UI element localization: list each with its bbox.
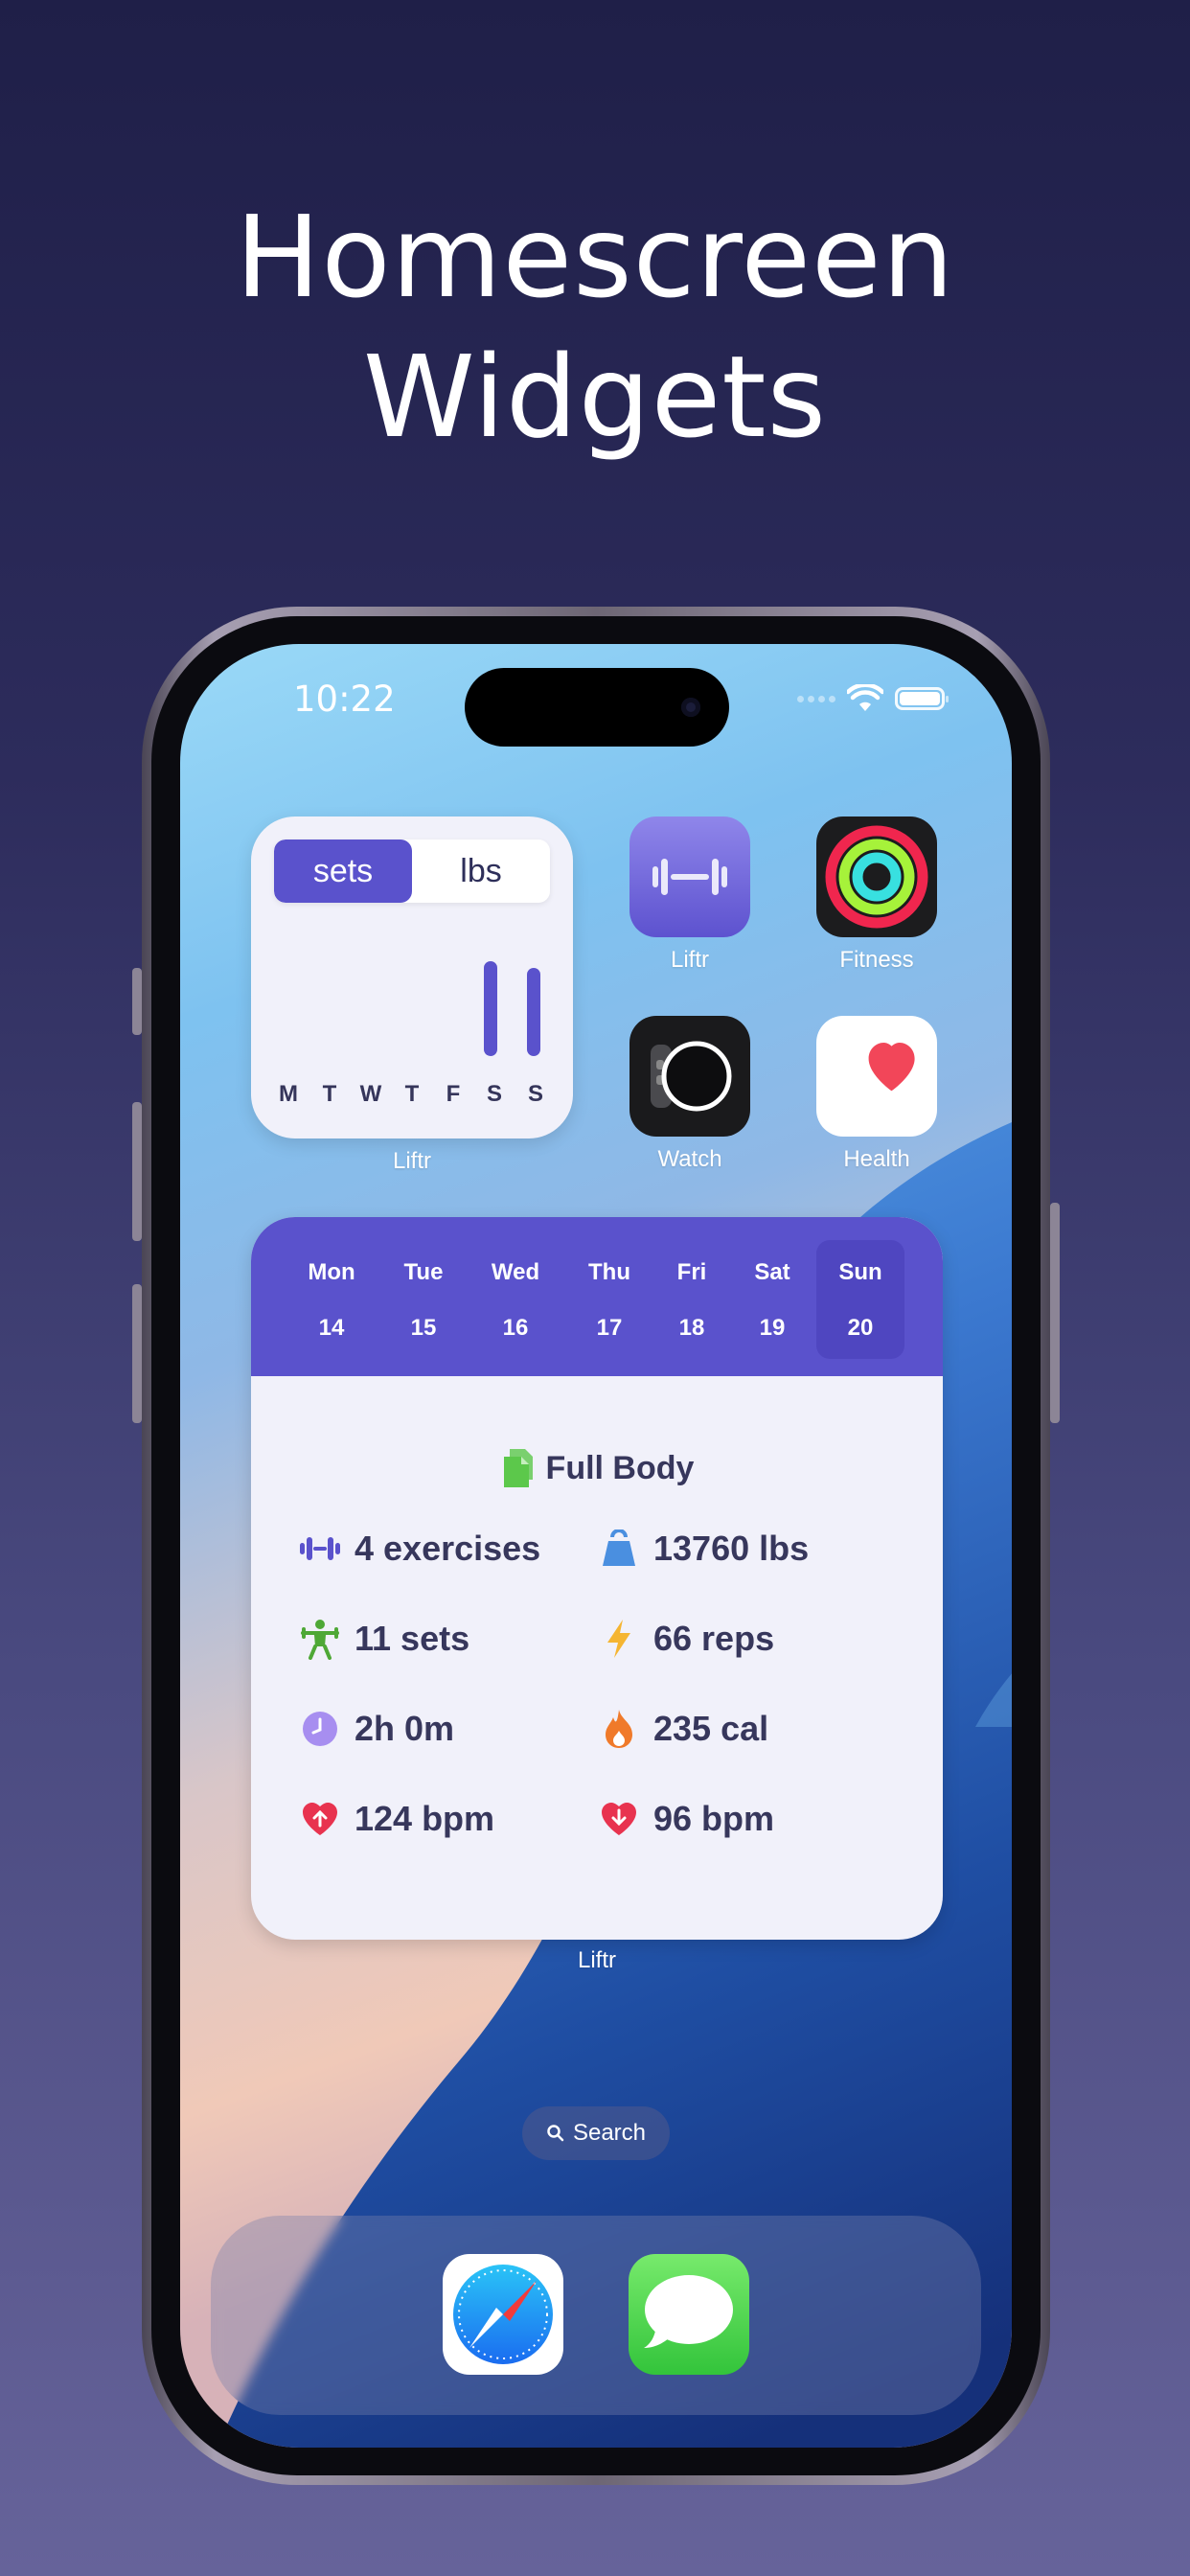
watch-icon xyxy=(651,1041,732,1112)
weekly-bar xyxy=(527,968,541,1056)
status-icons xyxy=(797,684,949,713)
flame-icon xyxy=(606,1710,632,1748)
app-fitness-label: Fitness xyxy=(839,947,914,973)
stat-max-heart-rate: 124 bpm xyxy=(299,1798,494,1840)
calendar-day[interactable]: Wed 16 xyxy=(471,1240,560,1359)
dock xyxy=(211,2216,981,2415)
stat-exercises: 4 exercises xyxy=(299,1528,540,1570)
action-button xyxy=(132,968,142,1035)
sets-widget[interactable]: sets lbs M T W T F S S xyxy=(251,816,573,1138)
workout-title: Full Body xyxy=(251,1447,943,1489)
app-liftr[interactable] xyxy=(629,816,750,937)
weight-icon xyxy=(603,1530,635,1566)
stat-sets: 11 sets xyxy=(299,1618,469,1660)
heart-icon xyxy=(868,1043,915,1092)
app-liftr-label: Liftr xyxy=(670,947,709,973)
sets-widget-label: Liftr xyxy=(392,1148,431,1174)
dynamic-island xyxy=(465,668,729,747)
dumbbell-icon xyxy=(300,1537,340,1560)
dumbbell-icon xyxy=(652,859,727,895)
volume-up-button xyxy=(132,1102,142,1241)
unit-segmented-control[interactable]: sets lbs xyxy=(274,840,550,903)
calendar-day[interactable]: Fri 18 xyxy=(648,1240,736,1359)
calendar-day-selected[interactable]: Sun 20 xyxy=(816,1240,904,1359)
workout-title-text: Full Body xyxy=(545,1449,695,1486)
app-messages[interactable] xyxy=(629,2254,749,2375)
power-button xyxy=(1050,1203,1060,1423)
wifi-icon xyxy=(847,684,883,711)
day-label: T xyxy=(322,1081,337,1107)
volume-down-button xyxy=(132,1284,142,1423)
search-icon xyxy=(547,2125,564,2142)
calendar-day[interactable]: Mon 14 xyxy=(287,1240,376,1359)
calendar-day[interactable]: Tue 15 xyxy=(379,1240,468,1359)
messages-icon xyxy=(644,2275,733,2348)
app-health-label: Health xyxy=(843,1146,910,1172)
week-calendar: Mon 14 Tue 15 Wed 16 Thu 17 Fri 18 Sat 19 Sun 2… xyxy=(251,1217,943,1376)
clock-icon xyxy=(303,1712,337,1746)
stat-min-heart-rate: 96 bpm xyxy=(598,1798,774,1840)
app-watch-label: Watch xyxy=(657,1146,722,1172)
day-label: F xyxy=(446,1081,461,1107)
lightning-icon xyxy=(607,1620,630,1658)
cellular-signal-icon xyxy=(797,695,835,702)
search-label: Search xyxy=(572,2120,647,2146)
stat-reps: 66 reps xyxy=(598,1618,774,1660)
day-label: T xyxy=(404,1081,420,1107)
safari-icon xyxy=(453,2265,553,2364)
weekly-bar-chart xyxy=(274,941,550,1056)
calendar-day[interactable]: Sat 19 xyxy=(728,1240,816,1359)
day-label: W xyxy=(359,1081,382,1107)
app-fitness[interactable] xyxy=(816,816,937,937)
headline-line-1: Homescreen xyxy=(235,191,955,323)
battery-icon xyxy=(895,687,949,710)
home-screen: 10:22 sets lbs M T W T F S S Liftr Liftr… xyxy=(180,644,1012,2448)
app-watch[interactable] xyxy=(629,1016,750,1137)
weightlifter-icon xyxy=(301,1620,339,1660)
heart-rate-down-icon xyxy=(602,1803,636,1835)
segment-lbs[interactable]: lbs xyxy=(412,840,550,903)
workout-widget-label: Liftr xyxy=(577,1947,616,1973)
heart-rate-up-icon xyxy=(303,1803,337,1835)
camera-icon xyxy=(681,698,700,717)
weekday-labels: M T W T F S S xyxy=(274,1081,550,1108)
status-time: 10:22 xyxy=(293,678,396,720)
stat-calories: 235 cal xyxy=(598,1708,768,1750)
document-icon xyxy=(503,1449,533,1487)
workout-widget[interactable]: Mon 14 Tue 15 Wed 16 Thu 17 Fri 18 Sat 19 Sun 2… xyxy=(251,1217,943,1940)
day-label: S xyxy=(527,1081,543,1107)
app-safari[interactable] xyxy=(443,2254,563,2375)
headline-line-2: Widgets xyxy=(362,331,827,463)
app-health[interactable] xyxy=(816,1016,937,1137)
headline: Homescreen Widgets xyxy=(0,187,1190,467)
stat-duration: 2h 0m xyxy=(299,1708,454,1750)
day-label: M xyxy=(279,1081,298,1107)
day-label: S xyxy=(486,1081,502,1107)
stat-weight: 13760 lbs xyxy=(598,1528,809,1570)
search-button[interactable]: Search xyxy=(522,2106,670,2160)
calendar-day[interactable]: Thu 17 xyxy=(565,1240,653,1359)
activity-rings-icon xyxy=(825,825,928,929)
segment-sets[interactable]: sets xyxy=(274,840,412,903)
weekly-bar xyxy=(484,961,498,1056)
